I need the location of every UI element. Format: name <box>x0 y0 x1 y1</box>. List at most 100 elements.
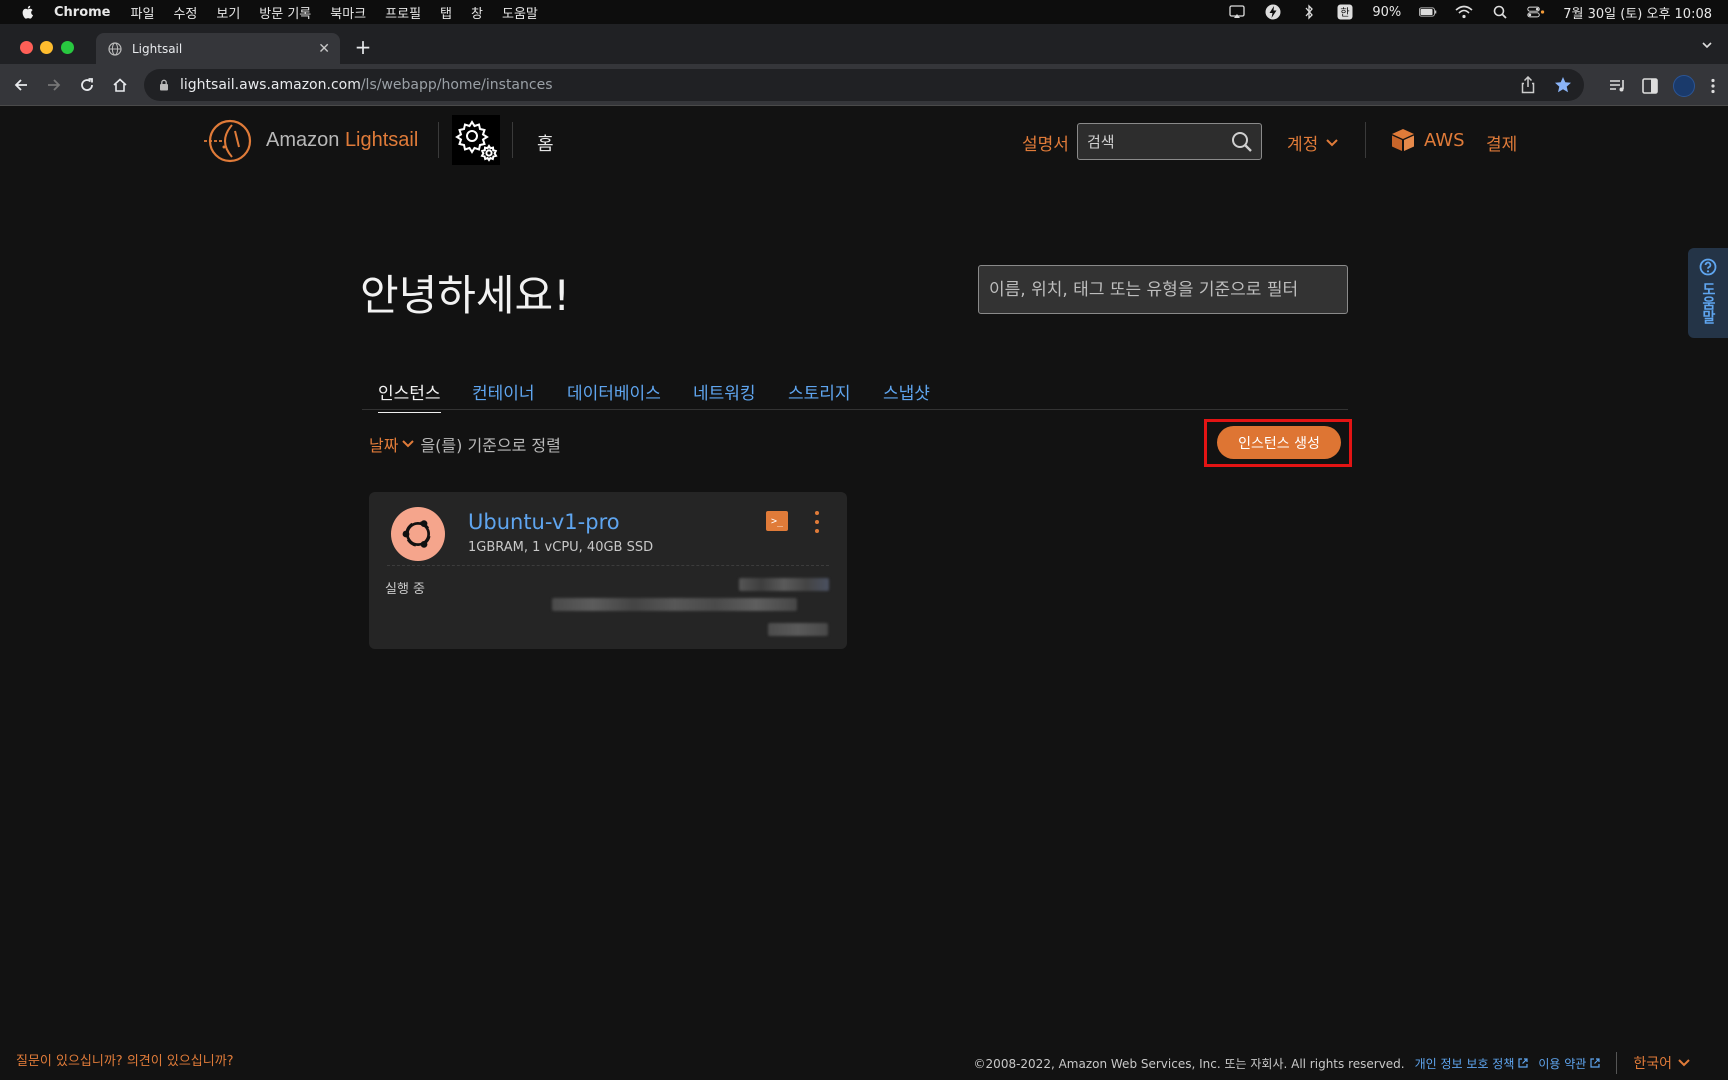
instance-spec: 1GBRAM, 1 vCPU, 40GB SSD <box>468 540 654 555</box>
back-button[interactable] <box>11 75 31 95</box>
bluetooth-icon[interactable] <box>1300 4 1318 20</box>
apple-icon[interactable] <box>20 4 36 20</box>
account-label: 계정 <box>1287 135 1319 155</box>
side-panel-icon[interactable] <box>1642 78 1658 94</box>
tab-storage[interactable]: 스토리지 <box>788 379 851 404</box>
tab-containers[interactable]: 컨테이너 <box>472 379 535 404</box>
docs-link[interactable]: 설명서 <box>1022 130 1069 155</box>
gear-icon <box>455 120 498 162</box>
tab-networking[interactable]: 네트워킹 <box>693 379 756 404</box>
wifi-icon[interactable] <box>1455 4 1473 20</box>
filter-input[interactable] <box>979 266 1347 313</box>
tab-databases[interactable]: 데이터베이스 <box>567 379 661 404</box>
browser-toolbar: lightsail.aws.amazon.com/ls/webapp/home/… <box>0 64 1728 106</box>
redacted-ip <box>739 578 829 591</box>
arrow-left-icon <box>14 79 27 91</box>
header-divider <box>512 122 513 158</box>
privacy-policy-link[interactable]: 개인 정보 보호 정책 <box>1415 1055 1529 1072</box>
header-divider <box>1365 122 1366 158</box>
chevron-down-icon[interactable] <box>1700 38 1714 52</box>
address-bar[interactable]: lightsail.aws.amazon.com/ls/webapp/home/… <box>144 69 1584 101</box>
redacted-location <box>552 598 797 611</box>
billing-link[interactable]: 결제 <box>1486 130 1517 155</box>
help-side-tab[interactable]: 도움말 <box>1688 248 1728 338</box>
terminal-icon[interactable]: >_ <box>766 511 788 531</box>
menubar-datetime[interactable]: 7월 30일 (토) 오후 10:08 <box>1563 3 1712 22</box>
input-method-icon[interactable]: 한 <box>1336 4 1354 20</box>
instance-status: 실행 중 <box>385 582 426 597</box>
lightning-icon[interactable] <box>1264 4 1282 20</box>
settings-button[interactable] <box>452 115 500 165</box>
reload-icon <box>81 78 93 91</box>
menubar-item-tab[interactable]: 탭 <box>440 3 452 22</box>
battery-percent: 90% <box>1372 4 1402 20</box>
menubar-item-history[interactable]: 방문 기록 <box>259 3 311 22</box>
browser-toolbar-actions <box>1609 75 1716 97</box>
bookmark-star-icon[interactable] <box>1554 76 1572 94</box>
battery-icon[interactable] <box>1419 4 1437 20</box>
home-icon <box>113 78 127 92</box>
menubar-item-help[interactable]: 도움말 <box>502 3 538 22</box>
terms-link[interactable]: 이용 약관 <box>1538 1055 1600 1072</box>
menubar-item-profiles[interactable]: 프로필 <box>385 3 421 22</box>
more-vertical-icon[interactable] <box>1710 78 1716 94</box>
browser-tab-strip: Lightsail ✕ + <box>0 24 1728 64</box>
tab-instances[interactable]: 인스턴스 <box>378 379 441 413</box>
menubar-status-area: 한 90% 7월 30일 (토) 오후 10:08 <box>1228 0 1712 24</box>
search-icon[interactable] <box>1231 131 1253 153</box>
spotlight-search-icon[interactable] <box>1491 4 1509 20</box>
account-menu[interactable]: 계정 <box>1287 130 1338 155</box>
window-zoom-button[interactable] <box>61 41 74 54</box>
brand-name: Lightsail <box>344 129 419 151</box>
header-search-input[interactable] <box>1078 124 1218 159</box>
screen-mirroring-icon[interactable] <box>1228 4 1246 20</box>
home-link[interactable]: 홈 <box>537 130 554 156</box>
aws-label: AWS <box>1424 129 1465 151</box>
media-controls-icon[interactable] <box>1609 78 1627 94</box>
browser-tab-lightsail[interactable]: Lightsail ✕ <box>96 33 340 64</box>
home-button[interactable] <box>110 75 130 95</box>
browser-tab-title: Lightsail <box>132 41 183 56</box>
instance-menu-icon[interactable] <box>813 511 821 533</box>
header-divider <box>438 122 439 158</box>
control-center-icon[interactable] <box>1527 4 1545 20</box>
card-divider <box>387 565 829 566</box>
lock-icon[interactable] <box>158 79 170 91</box>
menubar-app-name[interactable]: Chrome <box>54 5 111 20</box>
lightsail-brand[interactable]: Amazon Lightsail <box>266 129 418 152</box>
menubar-item-window[interactable]: 창 <box>471 3 483 22</box>
create-instance-button[interactable]: 인스턴스 생성 <box>1217 426 1341 459</box>
reload-button[interactable] <box>77 75 97 95</box>
instance-name-link[interactable]: Ubuntu-v1-pro <box>468 510 620 534</box>
window-minimize-button[interactable] <box>40 41 53 54</box>
tab-snapshots[interactable]: 스냅샷 <box>883 379 930 404</box>
menubar-item-view[interactable]: 보기 <box>216 3 240 22</box>
brand-prefix: Amazon <box>266 129 345 151</box>
chevron-down-icon <box>1678 1059 1690 1067</box>
privacy-policy-label: 개인 정보 보호 정책 <box>1414 1056 1515 1071</box>
aws-cube-icon <box>1392 129 1414 151</box>
lightsail-logo-icon[interactable] <box>202 117 254 165</box>
question-circle-icon <box>1699 258 1717 276</box>
url-host: lightsail.aws.amazon.com <box>180 77 361 93</box>
profile-avatar[interactable] <box>1673 75 1695 97</box>
header-search <box>1077 123 1262 160</box>
aws-console-link[interactable]: AWS <box>1390 127 1465 153</box>
language-selector[interactable]: 한국어 <box>1633 1053 1690 1073</box>
menubar-item-bookmarks[interactable]: 북마크 <box>330 3 366 22</box>
tab-close-icon[interactable]: ✕ <box>318 41 330 57</box>
menubar-item-file[interactable]: 파일 <box>131 3 155 22</box>
menubar-item-edit[interactable]: 수정 <box>173 3 197 22</box>
sort-key-dropdown[interactable]: 날짜 <box>369 432 415 456</box>
window-close-button[interactable] <box>20 41 33 54</box>
sort-key-label: 날짜 <box>369 436 399 455</box>
url-path: /ls/webapp/home/instances <box>360 77 553 93</box>
copyright-text: ©2008-2022, Amazon Web Services, Inc. 또는… <box>973 1056 1405 1071</box>
feedback-link[interactable]: 질문이 있으십니까? 의견이 있으십니까? <box>16 1050 234 1069</box>
ubuntu-logo-icon[interactable] <box>391 507 445 561</box>
share-icon[interactable] <box>1520 76 1536 94</box>
forward-button[interactable] <box>44 75 64 95</box>
new-tab-button[interactable]: + <box>353 37 373 57</box>
sort-control: 날짜 을(를) 기준으로 정렬 <box>369 432 561 456</box>
chevron-down-icon <box>402 440 415 448</box>
